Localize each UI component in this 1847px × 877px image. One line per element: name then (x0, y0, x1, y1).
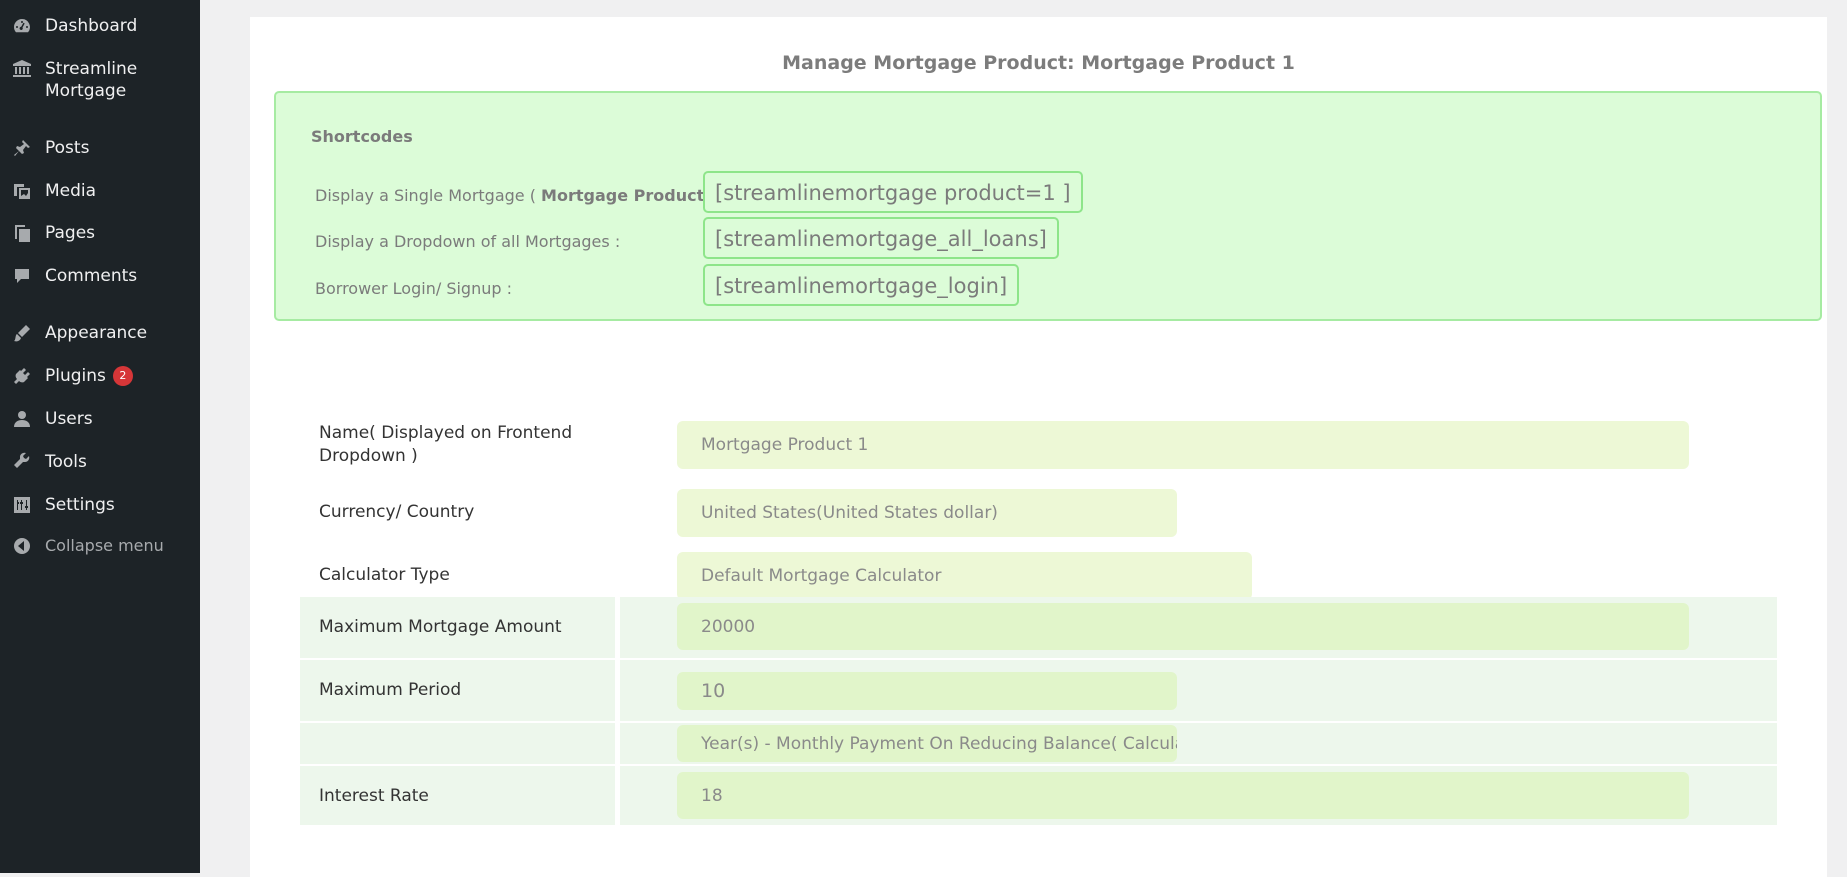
plugin-icon (11, 365, 33, 387)
pin-icon (11, 137, 33, 159)
interest-rate-input[interactable]: 18 (677, 772, 1689, 819)
shortcodes-panel: Shortcodes Display a Single Mortgage ( M… (274, 91, 1822, 321)
column-divider (615, 597, 620, 658)
pages-icon (11, 222, 33, 244)
sidebar-item-label: Comments (45, 266, 138, 286)
sidebar-item-users[interactable]: Users (0, 408, 200, 430)
admin-sidebar: Dashboard Streamline Mortgage Posts Medi… (0, 0, 200, 873)
form-row-max-period: Maximum Period 10 (300, 660, 1777, 721)
sidebar-item-label: Dashboard (45, 16, 138, 36)
sidebar-item-label: Collapse menu (45, 536, 164, 555)
form-row-max-amount: Maximum Mortgage Amount 20000 (300, 597, 1777, 658)
single-label-product: Mortgage Product 1 (541, 186, 721, 205)
period-type-select[interactable]: Year(s) - Monthly Payment On Reducing Ba… (677, 725, 1177, 762)
bank-icon (11, 58, 33, 80)
column-divider (615, 766, 620, 825)
sidebar-item-label: Plugins (45, 366, 106, 386)
single-mortgage-shortcode[interactable]: [streamlinemortgage product=1 ] (703, 171, 1083, 213)
comment-icon (11, 265, 33, 287)
sliders-icon (11, 494, 33, 516)
form-row-period-type: Year(s) - Monthly Payment On Reducing Ba… (300, 723, 1777, 764)
sidebar-item-media[interactable]: Media (0, 180, 200, 202)
content-card: Manage Mortgage Product: Mortgage Produc… (250, 17, 1827, 877)
max-period-label: Maximum Period (319, 680, 462, 700)
sidebar-item-label: Settings (45, 495, 115, 515)
interest-rate-label: Interest Rate (319, 786, 429, 806)
collapse-menu-button[interactable]: Collapse menu (0, 535, 200, 557)
update-count-badge: 2 (112, 366, 133, 386)
sidebar-item-dashboard[interactable]: Dashboard (0, 15, 200, 37)
collapse-icon (11, 535, 33, 557)
single-label-prefix: Display a Single Mortgage ( (315, 186, 542, 205)
brush-icon (11, 322, 33, 344)
max-amount-label: Maximum Mortgage Amount (319, 617, 562, 637)
sidebar-item-plugins[interactable]: Plugins 2 (0, 365, 200, 387)
sidebar-item-label: Appearance (45, 323, 148, 343)
login-shortcode[interactable]: [streamlinemortgage_login] (703, 264, 1020, 306)
single-mortgage-label: Display a Single Mortgage ( Mortgage Pro… (315, 186, 743, 205)
sidebar-item-label: Posts (45, 138, 90, 158)
wrench-icon (11, 451, 33, 473)
shortcodes-heading: Shortcodes (311, 127, 413, 146)
sidebar-item-label: Users (45, 409, 93, 429)
form-row-name: Name( Displayed on Frontend Dropdown ) M… (300, 402, 1777, 472)
sidebar-item-label: Streamline Mortgage (45, 59, 138, 101)
borrower-login-label: Borrower Login/ Signup : (315, 279, 512, 298)
sidebar-item-label: Tools (45, 452, 87, 472)
calculator-type-label: Calculator Type (319, 565, 450, 585)
currency-label: Currency/ Country (319, 502, 475, 522)
calculator-type-select[interactable]: Default Mortgage Calculator (677, 552, 1252, 600)
column-divider (615, 660, 620, 721)
dropdown-shortcode[interactable]: [streamlinemortgage_all_loans] (703, 217, 1059, 259)
max-period-input[interactable]: 10 (677, 672, 1177, 710)
sidebar-item-settings[interactable]: Settings (0, 494, 200, 516)
dashboard-icon (11, 15, 33, 37)
sidebar-item-comments[interactable]: Comments (0, 265, 200, 287)
sidebar-item-streamline-mortgage[interactable]: Streamline Mortgage (0, 58, 200, 102)
sidebar-item-label: Pages (45, 223, 96, 243)
sidebar-item-appearance[interactable]: Appearance (0, 322, 200, 344)
user-icon (11, 408, 33, 430)
max-amount-input[interactable]: 20000 (677, 603, 1689, 650)
form-row-currency: Currency/ Country United States(United S… (300, 477, 1777, 547)
sidebar-item-posts[interactable]: Posts (0, 137, 200, 159)
media-icon (11, 180, 33, 202)
name-label: Name( Displayed on Frontend Dropdown ) (319, 423, 573, 466)
currency-select[interactable]: United States(United States dollar) (677, 489, 1177, 537)
name-input[interactable]: Mortgage Product 1 (677, 421, 1689, 469)
page-title: Manage Mortgage Product: Mortgage Produc… (782, 52, 1295, 74)
form-row-interest-rate: Interest Rate 18 (300, 766, 1777, 825)
sidebar-item-tools[interactable]: Tools (0, 451, 200, 473)
dropdown-mortgages-label: Display a Dropdown of all Mortgages : (315, 232, 621, 251)
sidebar-item-pages[interactable]: Pages (0, 222, 200, 244)
sidebar-item-label: Media (45, 181, 97, 201)
column-divider (615, 723, 620, 764)
